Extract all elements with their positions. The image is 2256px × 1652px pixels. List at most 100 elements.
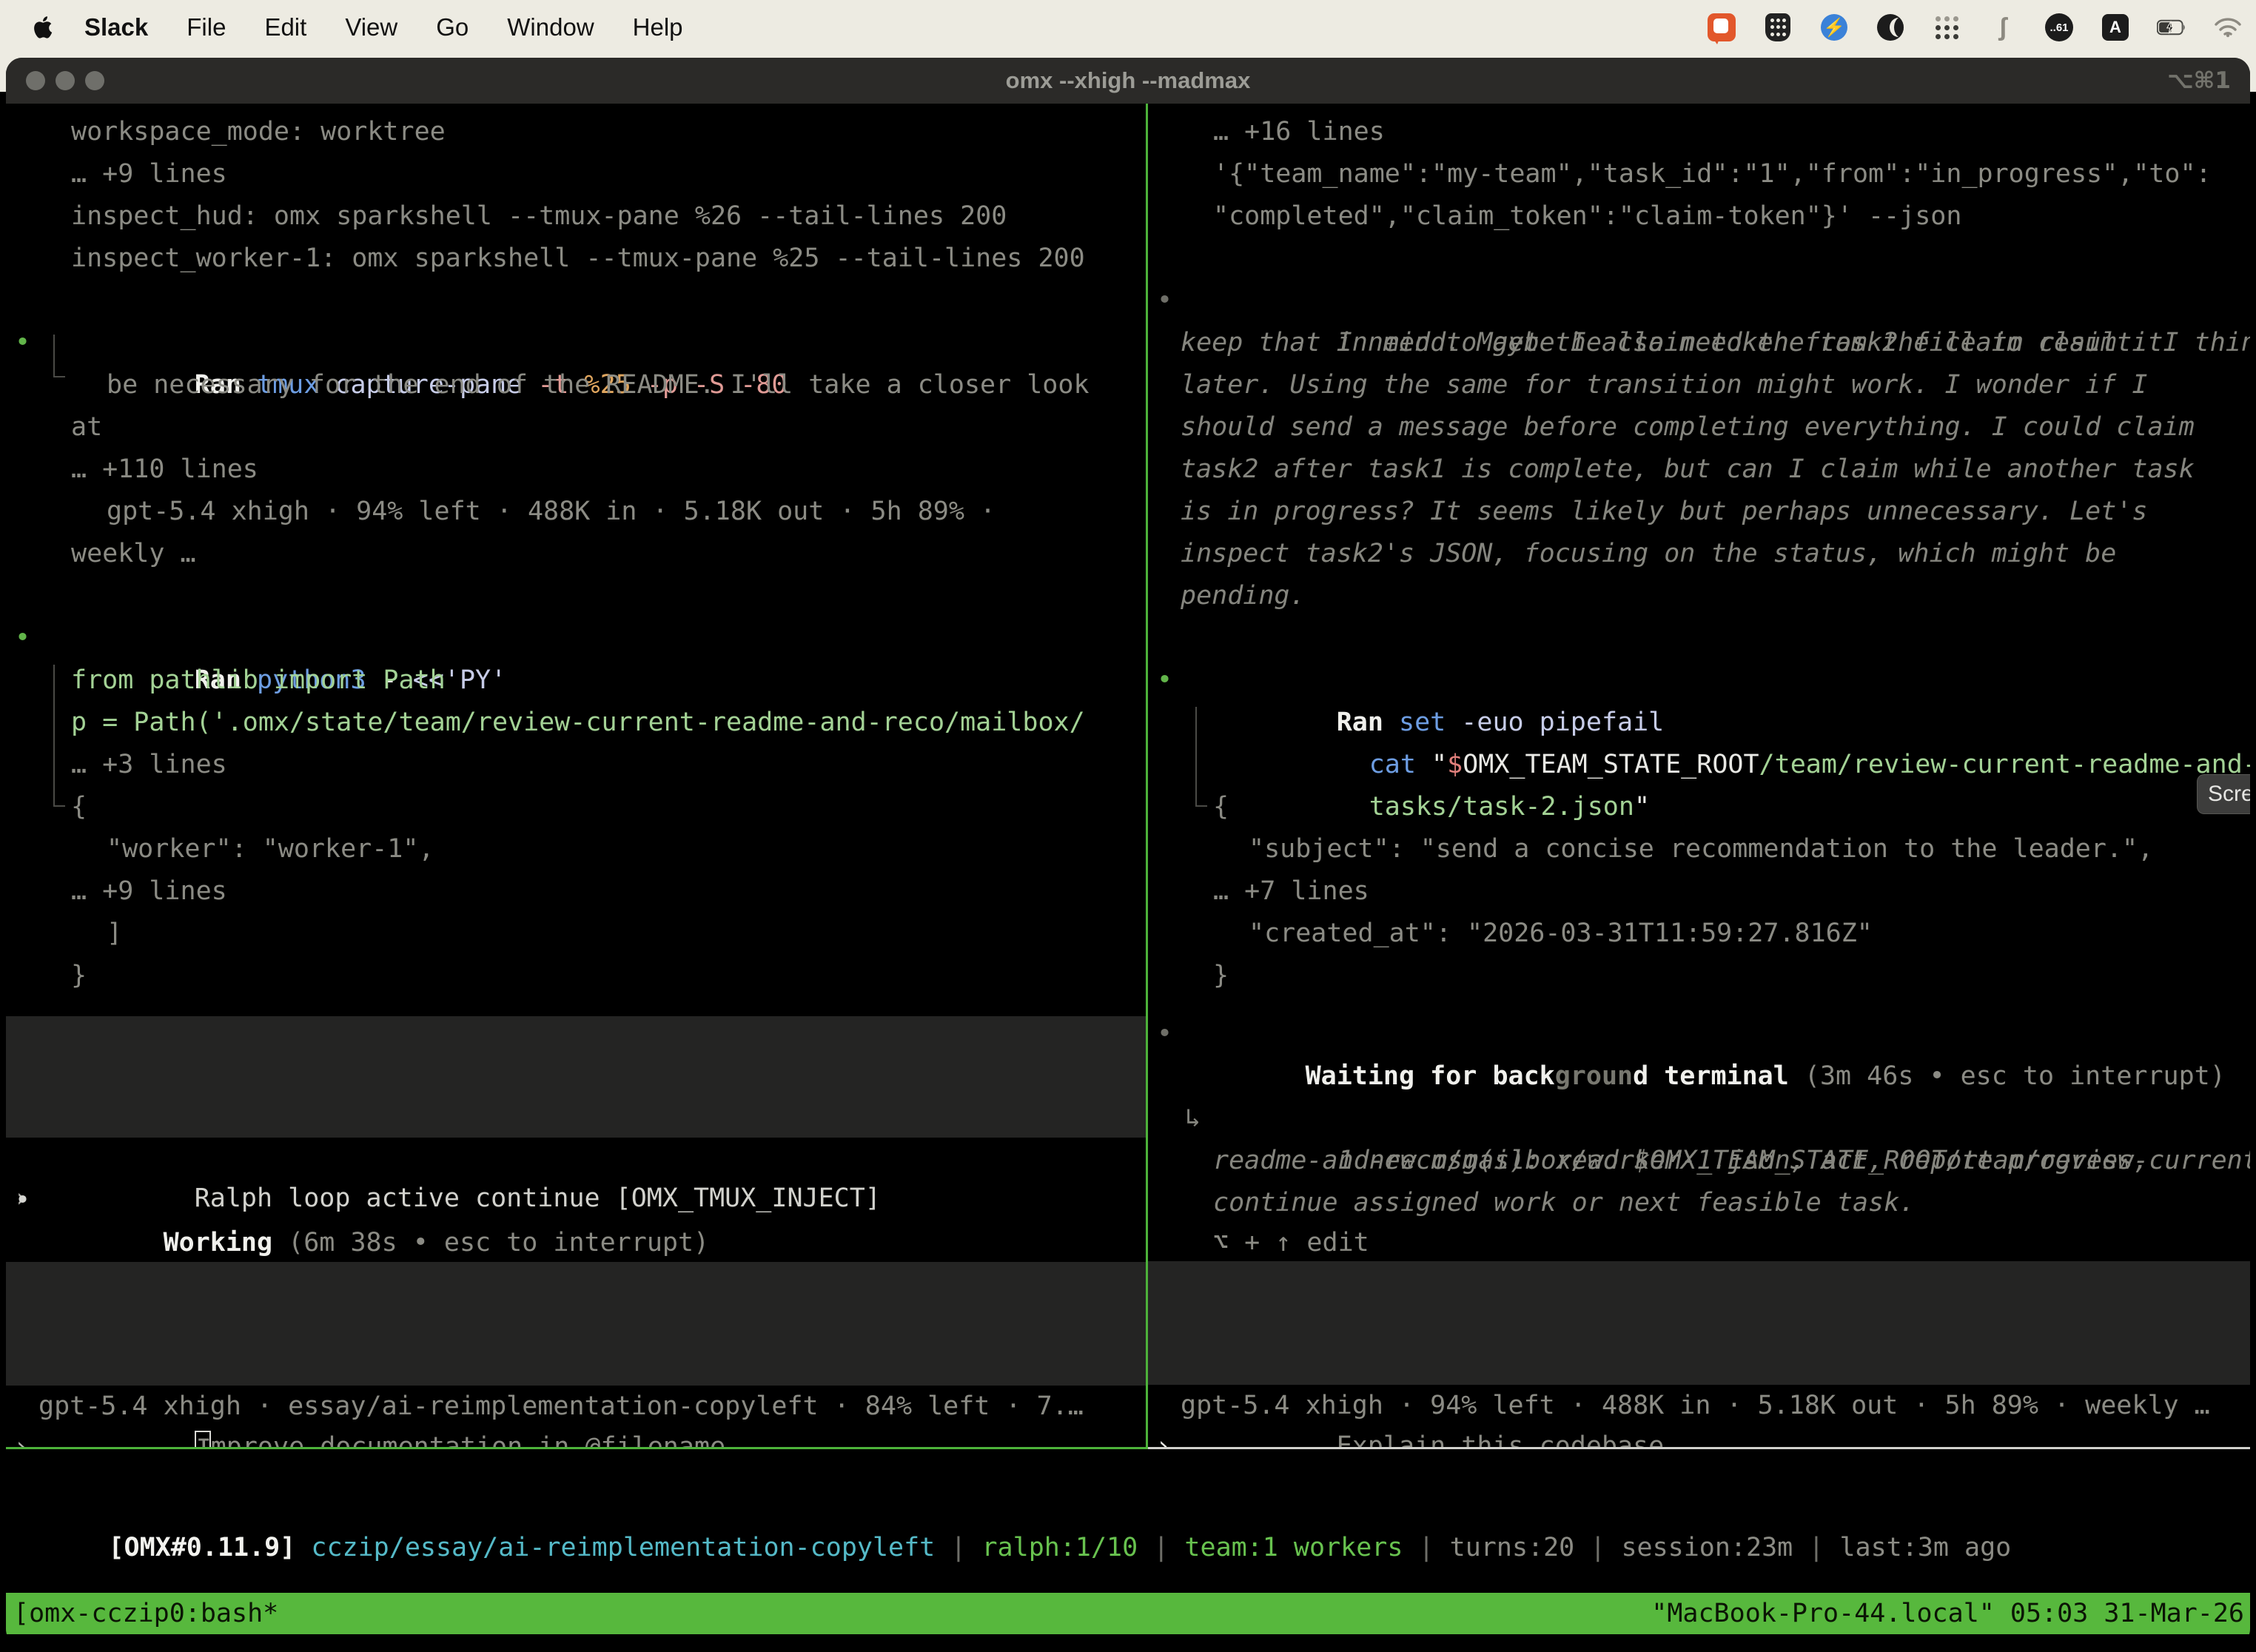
python-block-connector — [53, 665, 65, 807]
terminal-line: weekly … — [6, 533, 1146, 575]
thinking-line: pending. — [1148, 575, 2250, 617]
apple-logo-icon[interactable] — [31, 13, 56, 42]
thinking-line: is in progress? It seems likely but perh… — [1148, 491, 2250, 533]
python-code-line: from pathlib import Path — [6, 659, 1146, 702]
thinking-line: task2 after task1 is complete, but can I… — [1148, 449, 2250, 491]
ran-tmux-command-line: •Ran tmux capture-pane -t %25 -p -S -80 — [6, 322, 1146, 364]
omx-version: [OMX#0.11.9] — [108, 1533, 295, 1562]
left-model-status-line: gpt-5.4 xhigh · essay/ai-reimplementatio… — [6, 1386, 1146, 1428]
thinking-line: •I need to get the claim token from the … — [1148, 280, 2250, 322]
bullet-icon: • — [15, 617, 30, 659]
mailbox-message-line: ↳1 new msg(s): read $OMX_TEAM_STATE_ROOT… — [1148, 1098, 2250, 1140]
menu-item-help[interactable]: Help — [633, 13, 683, 41]
battery-icon[interactable] — [2157, 13, 2186, 42]
terminal-line: … +3 lines — [6, 744, 1146, 786]
right-agent-pane[interactable]: … +16 lines '{"team_name":"my-team","tas… — [1148, 104, 2250, 1449]
working-status-line: •Working (6m 38s • esc to interrupt) — [6, 1180, 1146, 1222]
omx-last-activity: last:3m ago — [1839, 1533, 2011, 1562]
bolt-app-icon[interactable] — [1819, 13, 1849, 42]
terminal-line: gpt-5.4 xhigh · 94% left · 488K in · 5.1… — [6, 491, 1146, 533]
ran-set-command-line: •Ran set -euo pipefail — [1148, 659, 2250, 702]
window-title: omx --xhigh --madmax — [6, 67, 2250, 94]
tmux-host-and-time: "MacBook-Pro-44.local" 05:03 31-Mar-26 — [1651, 1593, 2244, 1634]
terminal-line: } — [6, 955, 1146, 997]
tmux-session-name[interactable]: [omx-cczip0:bash* — [13, 1593, 278, 1634]
mailbox-message-line: readme-and-reco/mailbox/worker-1.json, a… — [1148, 1140, 2250, 1182]
ralph-loop-banner[interactable]: ›Ralph loop active continue [OMX_TMUX_IN… — [6, 1016, 1146, 1138]
ran-python-command-line: •Ran python3 - <<'PY' — [6, 617, 1146, 659]
wifi-icon[interactable] — [2213, 13, 2243, 42]
terminal-line: … +110 lines — [6, 449, 1146, 491]
terminal-line: … +9 lines — [6, 153, 1146, 195]
menu-status-area: ʃ ..61 A — [1707, 13, 2243, 42]
terminal-line: … +9 lines — [6, 870, 1146, 913]
terminal-line: { — [1148, 786, 2250, 828]
terminal-line: at — [6, 406, 1146, 449]
window-shortcut-badge: ⌥⌘1 — [2167, 67, 2231, 94]
tmux-status-bar: [omx-cczip0:bash* "MacBook-Pro-44.local"… — [6, 1593, 2250, 1634]
menu-app-name[interactable]: Slack — [84, 13, 148, 41]
bullet-icon: • — [15, 322, 30, 364]
menu-item-window[interactable]: Window — [507, 13, 594, 41]
menu-item-file[interactable]: File — [187, 13, 226, 41]
right-pane-bottom-border — [1148, 1447, 2250, 1449]
terminal-line: '{"team_name":"my-team","task_id":"1","f… — [1148, 153, 2250, 195]
bullet-icon: • — [1157, 280, 1172, 322]
menu-item-view[interactable]: View — [345, 13, 397, 41]
squiggle-icon[interactable]: ʃ — [1988, 13, 2018, 42]
terminal-line: inspect_hud: omx sparkshell --tmux-pane … — [6, 195, 1146, 238]
terminal-line: … +16 lines — [1148, 111, 2250, 153]
left-prompt-input[interactable]: ›Improve documentation in @filename — [6, 1262, 1146, 1386]
terminal-line: "created_at": "2026-03-31T11:59:27.816Z" — [1148, 913, 2250, 955]
left-agent-pane[interactable]: workspace_mode: worktree … +9 lines insp… — [6, 104, 1146, 1449]
moon-app-icon[interactable] — [1876, 13, 1905, 42]
left-pane-bottom-border — [6, 1447, 1146, 1449]
terminal-line: "completed","claim_token":"claim-token"}… — [1148, 195, 2250, 238]
terminal-line: ] — [6, 913, 1146, 955]
omx-ralph-counter: ralph:1/10 — [981, 1533, 1138, 1562]
screen-tooltip: Scre — [2197, 774, 2250, 814]
terminal-line: … +7 lines — [1148, 870, 2250, 913]
python-code-line: p = Path('.omx/state/team/review-current… — [6, 702, 1146, 744]
cat-command-line: cat "$OMX_TEAM_STATE_ROOT/team/review-cu… — [1148, 702, 2250, 744]
cat-command-line: tasks/task-2.json" — [1148, 744, 2250, 786]
edit-shortcut-hint: ⌥ + ↑ edit — [1148, 1224, 2250, 1261]
terminal-line: "subject": "send a concise recommendatio… — [1148, 828, 2250, 870]
omx-session: session:23m — [1621, 1533, 1793, 1562]
cat-block-connector — [1195, 707, 1207, 807]
bullet-icon: • — [1157, 659, 1172, 702]
terminal-line: } — [1148, 955, 2250, 997]
terminal-line: workspace_mode: worktree — [6, 111, 1146, 153]
menu-item-go[interactable]: Go — [436, 13, 469, 41]
dots-grid-icon[interactable] — [1932, 13, 1961, 42]
menu-item-edit[interactable]: Edit — [264, 13, 306, 41]
window-title-bar[interactable]: omx --xhigh --madmax ⌥⌘1 — [6, 58, 2250, 104]
thinking-line: inspect task2's JSON, focusing on the st… — [1148, 533, 2250, 575]
count-badge-icon[interactable]: ..61 — [2044, 13, 2074, 42]
thinking-line: should send a message before completing … — [1148, 406, 2250, 449]
omx-workspace: cczip/essay/ai-reimplementation-copyleft — [295, 1533, 935, 1562]
right-prompt-input[interactable]: ›Explain this codebase — [1148, 1261, 2250, 1385]
terminal-window: omx --xhigh --madmax ⌥⌘1 workspace_mode:… — [6, 58, 2250, 1647]
pane-separator[interactable] — [1146, 104, 1148, 1449]
omx-status-line: [OMX#0.11.9] cczip/essay/ai-reimplementa… — [6, 1485, 2250, 1527]
macos-menu-bar: Slack File Edit View Go Window Help ʃ ..… — [0, 0, 2256, 55]
omx-team-workers: team:1 workers — [1184, 1533, 1403, 1562]
bullet-icon: • — [15, 1180, 30, 1222]
bullet-icon: • — [1157, 1013, 1172, 1055]
omx-turns: turns:20 — [1450, 1533, 1575, 1562]
mailbox-message-line: continue assigned work or next feasible … — [1148, 1182, 2250, 1224]
terminal-line: { — [6, 786, 1146, 828]
output-elbow-connector — [53, 335, 65, 377]
return-arrow-icon: ↳ — [1185, 1098, 1201, 1140]
input-source-icon[interactable]: A — [2101, 13, 2130, 42]
terminal-line: inspect_worker-1: omx sparkshell --tmux-… — [6, 238, 1146, 280]
screen-share-icon[interactable] — [1707, 13, 1736, 42]
terminal-content: workspace_mode: worktree … +9 lines insp… — [6, 104, 2250, 1647]
waiting-status-line: •Waiting for background terminal (3m 46s… — [1148, 1013, 2250, 1055]
terminal-line: be necessary for the end of the README. … — [6, 364, 1146, 406]
right-model-status-line: gpt-5.4 xhigh · 94% left · 488K in · 5.1… — [1148, 1385, 2250, 1427]
terminal-line: "worker": "worker-1", — [6, 828, 1146, 870]
keypad-shield-icon[interactable] — [1763, 13, 1793, 42]
thinking-line: keep that in mind. Maybe I also need the… — [1148, 322, 2250, 364]
